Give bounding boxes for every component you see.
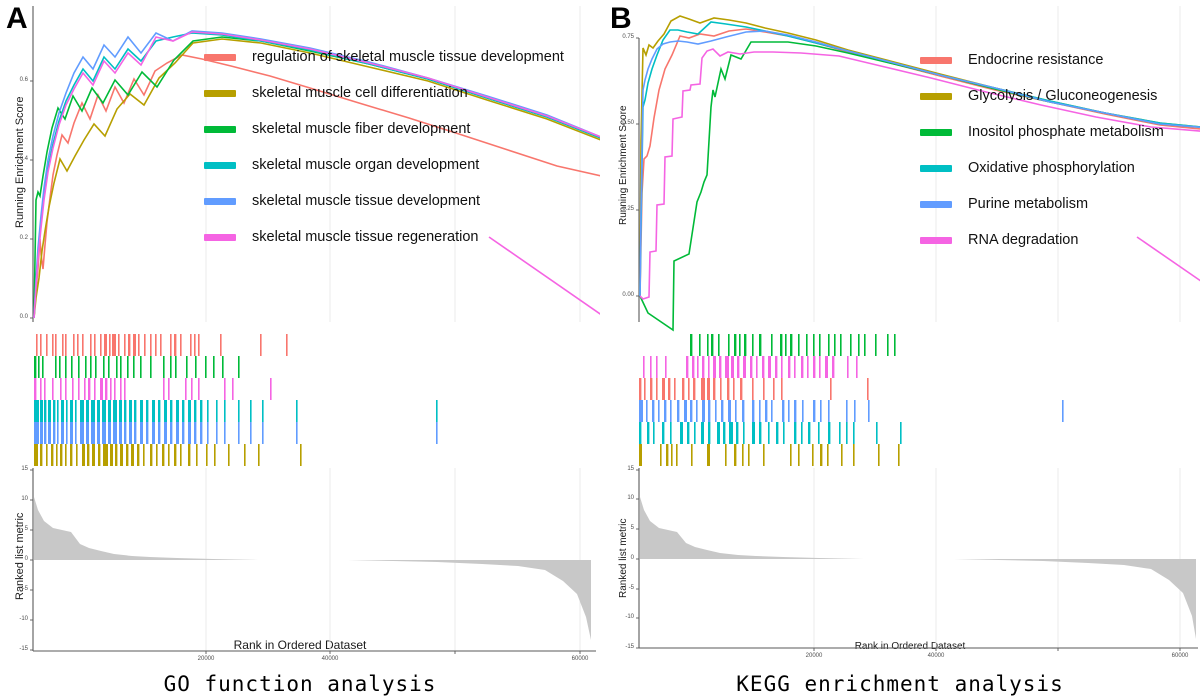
legend-label: Glycolysis / Gluconeogenesis	[968, 88, 1158, 104]
legend-go: regulation of skeletal muscle tissue dev…	[204, 39, 564, 255]
panel-title-kegg: KEGG enrichment analysis	[736, 672, 1064, 696]
tick-band-regulation-skeletal-muscle-tissue-development	[36, 334, 288, 356]
panel-kegg: B KEGG enrichment analysis Running Enric…	[600, 0, 1200, 698]
tick-band-skeletal-muscle-tissue-development	[34, 422, 438, 444]
legend-swatch-icon	[920, 128, 952, 136]
legend-kegg: Endocrine resistance Glycolysis / Glucon…	[920, 42, 1164, 258]
legend-swatch-icon	[920, 200, 952, 208]
legend-swatch-icon	[920, 164, 952, 172]
legend-item-skeletal-muscle-cell-differentiation[interactable]: skeletal muscle cell differentiation	[204, 75, 564, 111]
tick-band-inositol-phosphate-metabolism	[690, 334, 896, 356]
legend-label: Endocrine resistance	[968, 52, 1104, 68]
tick-bands-a	[34, 334, 438, 466]
tick-band-glycolysis-gluconeogenesis	[639, 444, 900, 466]
legend-swatch-icon	[204, 161, 236, 169]
grid-bottom-a	[205, 468, 581, 651]
legend-swatch-icon	[204, 197, 236, 205]
legend-label: Oxidative phosphorylation	[968, 160, 1135, 176]
legend-item-glycolysis-gluconeogenesis[interactable]: Glycolysis / Gluconeogenesis	[920, 78, 1164, 114]
tick-band-skeletal-muscle-cell-differentiation	[34, 444, 302, 466]
tick-bands-b	[639, 334, 1064, 466]
ranked-list-metric-area-b	[640, 497, 1196, 639]
gsea-figure: A GO function analysis Running Enrichmen…	[0, 0, 1200, 698]
legend-item-purine-metabolism[interactable]: Purine metabolism	[920, 186, 1164, 222]
panel-title-go: GO function analysis	[163, 672, 437, 696]
ranked-list-metric-area-a	[34, 497, 591, 640]
grid-bottom-b	[813, 468, 1181, 648]
legend-label: regulation of skeletal muscle tissue dev…	[252, 49, 564, 65]
tick-band-purine-metabolism	[639, 400, 1064, 422]
legend-swatch-icon	[204, 125, 236, 133]
legend-item-skeletal-muscle-fiber-development[interactable]: skeletal muscle fiber development	[204, 111, 564, 147]
legend-item-endocrine-resistance[interactable]: Endocrine resistance	[920, 42, 1164, 78]
tick-band-skeletal-muscle-fiber-development	[34, 356, 240, 378]
legend-item-rna-degradation[interactable]: RNA degradation	[920, 222, 1164, 258]
legend-swatch-icon	[920, 236, 952, 244]
legend-label: Inositol phosphate metabolism	[968, 124, 1164, 140]
legend-item-inositol-phosphate-metabolism[interactable]: Inositol phosphate metabolism	[920, 114, 1164, 150]
tick-band-rna-degradation	[643, 356, 858, 378]
legend-swatch-icon	[204, 89, 236, 97]
legend-label: skeletal muscle cell differentiation	[252, 85, 468, 101]
legend-label: skeletal muscle organ development	[252, 157, 480, 173]
legend-item-skeletal-muscle-tissue-development[interactable]: skeletal muscle tissue development	[204, 183, 564, 219]
legend-swatch-icon	[204, 53, 236, 61]
legend-item-skeletal-muscle-tissue-regeneration[interactable]: skeletal muscle tissue regeneration	[204, 219, 564, 255]
legend-swatch-icon	[920, 92, 952, 100]
legend-label: skeletal muscle tissue development	[252, 193, 481, 209]
legend-swatch-icon	[204, 233, 236, 241]
legend-item-oxidative-phosphorylation[interactable]: Oxidative phosphorylation	[920, 150, 1164, 186]
legend-item-skeletal-muscle-organ-development[interactable]: skeletal muscle organ development	[204, 147, 564, 183]
tick-band-skeletal-muscle-tissue-regeneration	[34, 378, 272, 400]
legend-item-regulation-skeletal-muscle-tissue-development[interactable]: regulation of skeletal muscle tissue dev…	[204, 39, 564, 75]
panel-go: A GO function analysis Running Enrichmen…	[0, 0, 600, 698]
legend-label: skeletal muscle fiber development	[252, 121, 471, 137]
tick-band-skeletal-muscle-organ-development	[34, 400, 438, 422]
legend-label: skeletal muscle tissue regeneration	[252, 229, 479, 245]
tick-band-oxidative-phosphorylation	[639, 422, 902, 444]
legend-swatch-icon	[920, 56, 952, 64]
legend-label: Purine metabolism	[968, 196, 1089, 212]
tick-band-endocrine-resistance	[639, 378, 869, 400]
legend-label: RNA degradation	[968, 232, 1079, 248]
